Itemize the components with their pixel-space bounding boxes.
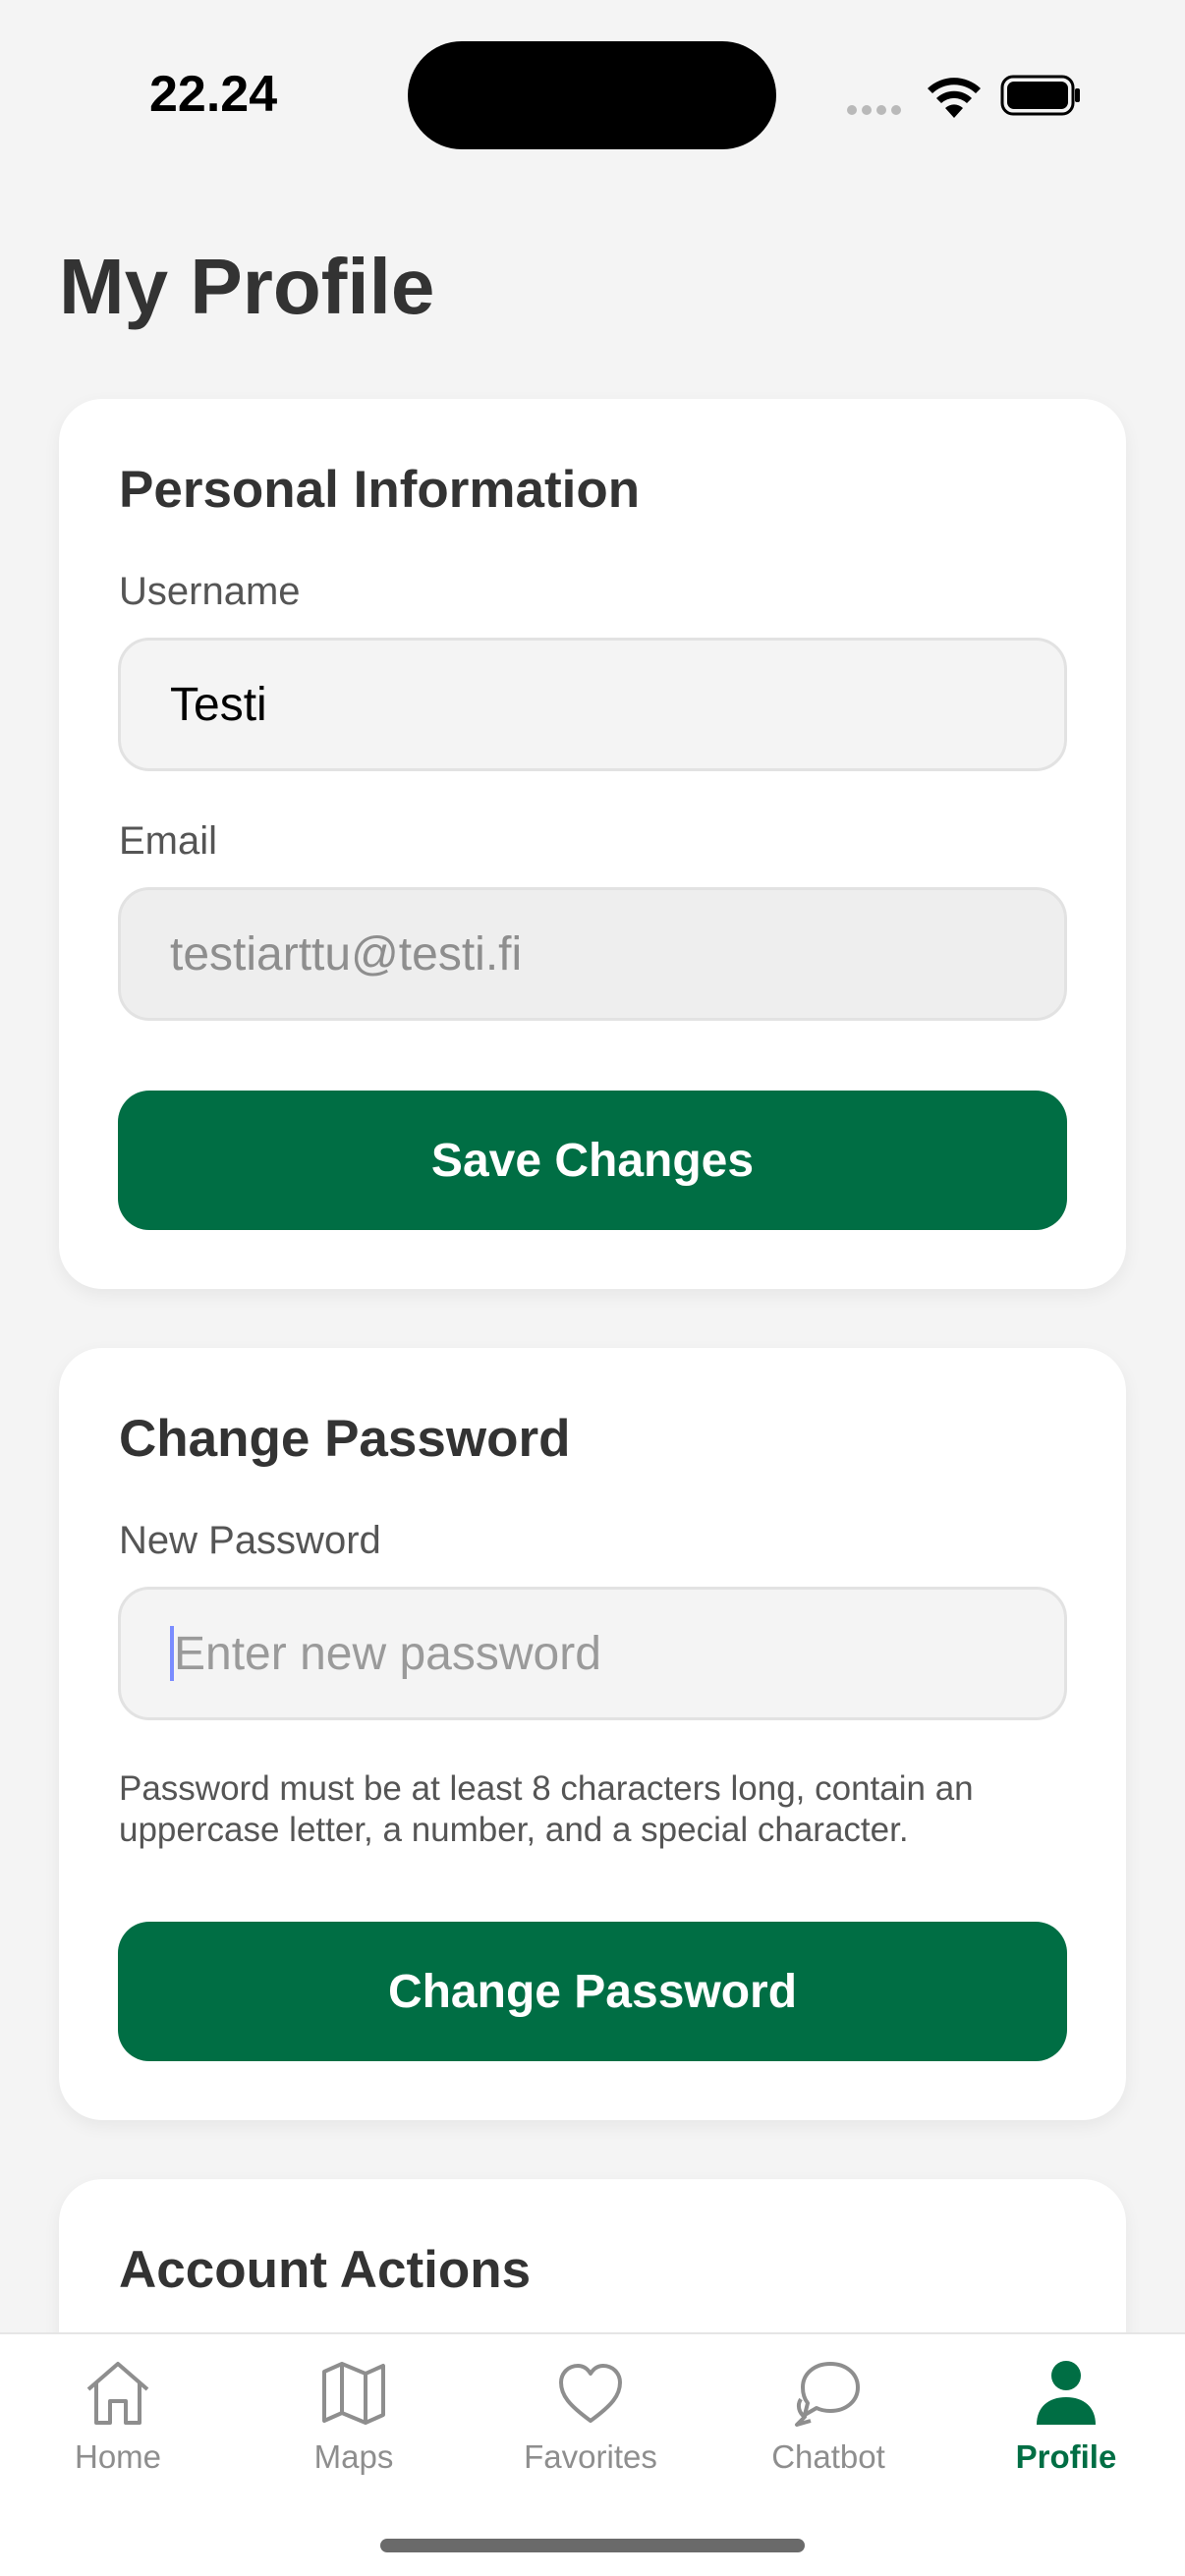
chat-icon — [795, 2362, 860, 2427]
username-value: Testi — [170, 678, 267, 731]
save-changes-button[interactable]: Save Changes — [118, 1091, 1067, 1230]
tab-maps[interactable]: Maps — [255, 2356, 452, 2503]
status-time: 22.24 — [149, 66, 278, 123]
change-password-button[interactable]: Change Password — [118, 1922, 1067, 2061]
dynamic-island — [408, 41, 776, 149]
password-requirements-hint: Password must be at least 8 characters l… — [119, 1769, 974, 1849]
change-password-title: Change Password — [119, 1410, 571, 1468]
tab-home[interactable]: Home — [20, 2356, 216, 2503]
tab-home-label: Home — [74, 2438, 162, 2475]
tab-favorites[interactable]: Favorites — [492, 2356, 689, 2503]
tab-maps-label: Maps — [313, 2438, 394, 2475]
change-password-card: Change Password New Password Enter new p… — [59, 1348, 1126, 2120]
username-label: Username — [119, 570, 301, 613]
tab-profile[interactable]: Profile — [968, 2356, 1164, 2503]
email-label: Email — [119, 819, 218, 863]
battery-icon — [1000, 75, 1080, 116]
map-icon — [322, 2362, 385, 2425]
cellular-signal-icon — [847, 102, 906, 116]
wifi-icon — [928, 78, 981, 118]
heart-icon — [559, 2364, 622, 2423]
new-password-placeholder: Enter new password — [174, 1627, 601, 1680]
person-icon — [1037, 2361, 1096, 2425]
home-icon — [86, 2362, 149, 2425]
personal-information-title: Personal Information — [119, 461, 641, 519]
tab-profile-label: Profile — [1015, 2438, 1117, 2475]
account-actions-title: Account Actions — [119, 2241, 532, 2299]
tab-chatbot-label: Chatbot — [771, 2438, 885, 2475]
home-indicator — [380, 2539, 805, 2552]
page-title: My Profile — [59, 243, 435, 330]
tab-chatbot[interactable]: Chatbot — [730, 2356, 927, 2503]
username-input[interactable]: Testi — [118, 638, 1067, 771]
personal-information-card: Personal Information Username Testi Emai… — [59, 399, 1126, 1289]
email-value: testiarttu@testi.fi — [170, 927, 523, 980]
profile-screen: 22.24 My Profile Personal Information Us… — [0, 0, 1185, 2576]
new-password-label: New Password — [119, 1519, 381, 1562]
email-field: testiarttu@testi.fi — [118, 887, 1067, 1021]
tab-favorites-label: Favorites — [524, 2438, 657, 2475]
new-password-input[interactable]: Enter new password — [118, 1587, 1067, 1720]
